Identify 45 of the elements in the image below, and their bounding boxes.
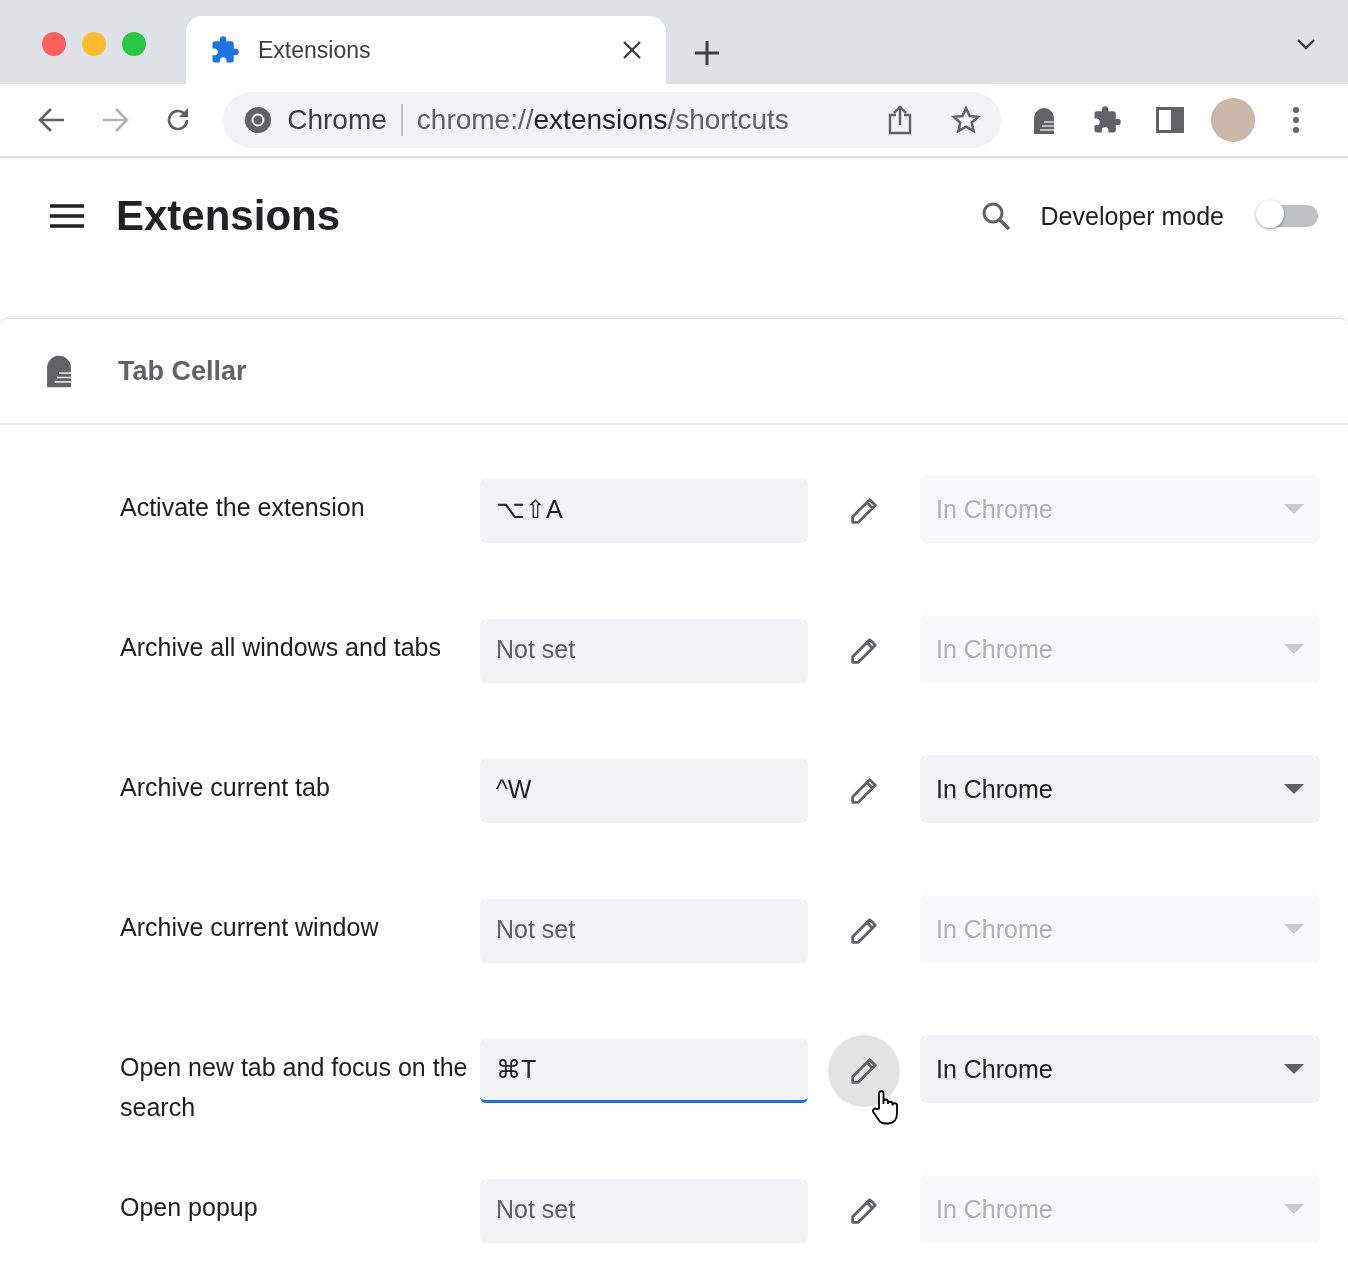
hand-cursor-icon bbox=[870, 1089, 900, 1125]
command-label: Archive current window bbox=[120, 912, 380, 943]
tab-title: Extensions bbox=[258, 36, 372, 64]
side-panel-icon[interactable] bbox=[1156, 107, 1185, 133]
command-label: Open popup bbox=[120, 1192, 259, 1223]
puzzle-icon bbox=[210, 35, 240, 65]
search-icon[interactable] bbox=[980, 201, 1011, 231]
dropdown-arrow-icon bbox=[1284, 924, 1304, 934]
command-label: Open new tab and focus on the search bbox=[120, 1052, 469, 1123]
chrome-logo-icon bbox=[243, 105, 274, 135]
command-label: Activate the extension bbox=[120, 492, 366, 523]
shortcut-field[interactable]: ⌘T bbox=[480, 1039, 808, 1103]
dropdown-arrow-icon bbox=[1284, 1204, 1304, 1214]
dropdown-arrow-icon bbox=[1284, 644, 1304, 654]
back-arrow-icon[interactable] bbox=[37, 107, 66, 133]
shortcut-field[interactable]: Not set bbox=[480, 1179, 808, 1243]
address-bar[interactable]: Chrome chrome://extensions/shortcuts bbox=[223, 92, 1001, 148]
scope-dropdown[interactable]: In Chrome bbox=[920, 755, 1320, 823]
tombstone-icon[interactable] bbox=[1032, 106, 1057, 134]
share-icon[interactable] bbox=[886, 105, 913, 135]
menu-icon[interactable] bbox=[50, 204, 84, 228]
command-label: Archive current tab bbox=[120, 772, 331, 803]
page-title: Extensions bbox=[116, 192, 342, 240]
shortcut-field[interactable]: ⌥⇧A bbox=[480, 479, 808, 543]
chevron-down-icon[interactable] bbox=[1296, 38, 1316, 50]
star-icon[interactable] bbox=[950, 105, 981, 135]
browser-tab[interactable]: Extensions bbox=[186, 16, 666, 84]
developer-mode-toggle[interactable] bbox=[1256, 203, 1318, 229]
new-tab-icon[interactable] bbox=[694, 40, 720, 66]
close-icon[interactable] bbox=[622, 40, 642, 60]
dropdown-arrow-icon bbox=[1284, 1064, 1304, 1074]
developer-mode-label: Developer mode bbox=[1040, 201, 1224, 231]
url-text: chrome://extensions/shortcuts bbox=[416, 104, 790, 136]
extension-name: Tab Cellar bbox=[118, 355, 247, 387]
dropdown-arrow-icon bbox=[1284, 784, 1304, 794]
puzzle-icon[interactable] bbox=[1092, 105, 1123, 135]
command-label: Archive all windows and tabs bbox=[120, 632, 442, 663]
site-label: Chrome bbox=[287, 104, 387, 136]
dropdown-arrow-icon bbox=[1284, 504, 1304, 514]
tombstone-icon bbox=[46, 354, 72, 388]
shortcut-field[interactable]: ^W bbox=[480, 759, 808, 823]
menu-icon[interactable] bbox=[1292, 106, 1301, 134]
scope-dropdown[interactable]: In Chrome bbox=[920, 1035, 1320, 1103]
shortcut-field[interactable]: Not set bbox=[480, 619, 808, 683]
shortcut-field[interactable]: Not set bbox=[480, 899, 808, 963]
